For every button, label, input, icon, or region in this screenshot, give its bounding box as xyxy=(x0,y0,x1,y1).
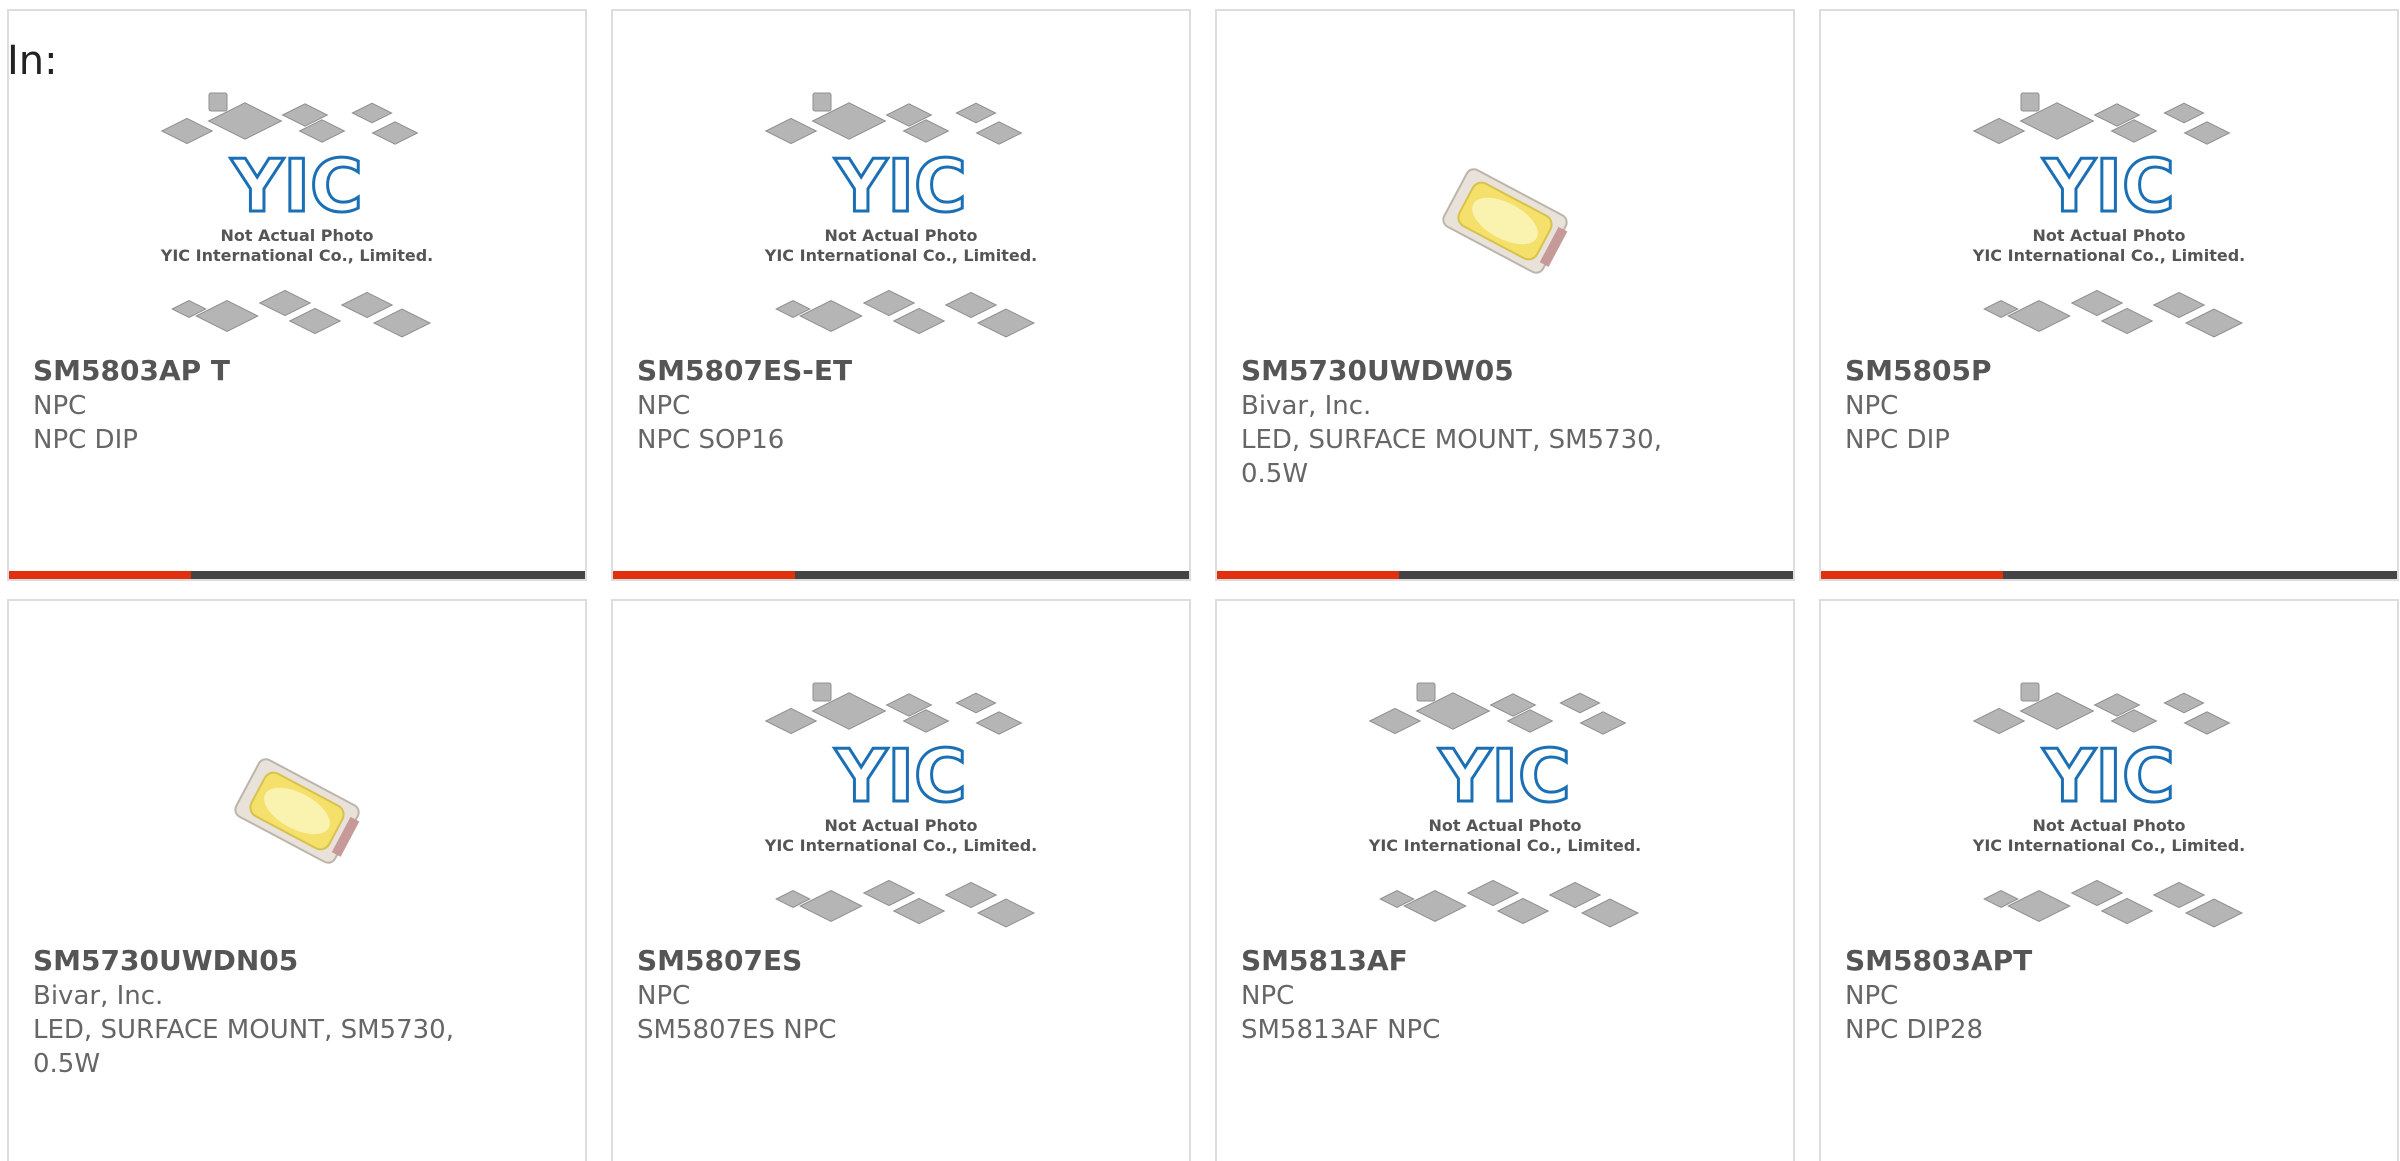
placeholder-caption: YIC International Co., Limited. xyxy=(1972,246,2245,265)
product-card[interactable]: SM5730UWDN05 Bivar, Inc. LED, SURFACE MO… xyxy=(7,599,587,1161)
placeholder-icon: YICNot Actual PhotoYIC International Co.… xyxy=(764,92,1037,338)
product-info: SM5730UWDN05 Bivar, Inc. LED, SURFACE MO… xyxy=(33,943,561,1081)
description: NPC SOP16 xyxy=(637,425,785,455)
product-image[interactable]: YIC Not Actual Photo YIC International Co.… xyxy=(613,91,1189,351)
product-image[interactable] xyxy=(9,681,585,941)
card-bar-accent xyxy=(1217,571,1399,579)
description: SM5813AF NPC xyxy=(1241,1015,1441,1045)
product-info: SM5807ES NPC SM5807ES NPC xyxy=(637,943,1165,1047)
product-card[interactable]: YIC Not Actual Photo YIC International Co.… xyxy=(1819,599,2399,1161)
product-grid: YIC Not Actual Photo YIC International Co.… xyxy=(7,9,2399,1161)
placeholder-icon: YICNot Actual PhotoYIC International Co.… xyxy=(160,92,433,338)
yic-logo: YIC xyxy=(834,734,967,818)
part-number[interactable]: SM5803AP T xyxy=(33,353,561,389)
description: NPC DIP28 xyxy=(1845,1015,1983,1045)
description: NPC DIP xyxy=(33,425,138,455)
manufacturer: NPC xyxy=(33,391,87,421)
placeholder-caption: Not Actual Photo xyxy=(824,816,977,835)
yic-logo: YIC xyxy=(2042,734,2175,818)
placeholder-caption: Not Actual Photo xyxy=(824,226,977,245)
product-card[interactable]: YIC Not Actual Photo YIC International Co.… xyxy=(7,9,587,581)
product-image[interactable]: YIC Not Actual Photo YIC International Co.… xyxy=(1217,681,1793,941)
product-image[interactable]: YIC Not Actual Photo YIC International Co.… xyxy=(1821,91,2397,351)
placeholder-caption: Not Actual Photo xyxy=(2032,816,2185,835)
card-bar xyxy=(613,571,1189,579)
manufacturer: Bivar, Inc. xyxy=(33,981,164,1011)
product-info: SM5805P NPC NPC DIP xyxy=(1845,353,2373,457)
product-image[interactable]: YIC Not Actual Photo YIC International Co.… xyxy=(613,681,1189,941)
description: SM5807ES NPC xyxy=(637,1015,837,1045)
placeholder-caption: Not Actual Photo xyxy=(2032,226,2185,245)
manufacturer: NPC xyxy=(637,981,691,1011)
product-info: SM5803AP T NPC NPC DIP xyxy=(33,353,561,457)
part-number[interactable]: SM5805P xyxy=(1845,353,2373,389)
part-number[interactable]: SM5730UWDW05 xyxy=(1241,353,1769,389)
placeholder-icon: YICNot Actual PhotoYIC International Co.… xyxy=(1368,682,1641,928)
placeholder-icon: YICNot Actual PhotoYIC International Co.… xyxy=(1972,92,2245,338)
manufacturer: NPC xyxy=(1845,981,1899,1011)
manufacturer: NPC xyxy=(637,391,691,421)
card-bar-accent xyxy=(1821,571,2003,579)
placeholder-caption: YIC International Co., Limited. xyxy=(160,246,433,265)
card-bar xyxy=(9,571,585,579)
card-bar xyxy=(1821,571,2397,579)
placeholder-caption: YIC International Co., Limited. xyxy=(764,246,1037,265)
product-info: SM5803APT NPC NPC DIP28 xyxy=(1845,943,2373,1047)
product-card[interactable]: YIC Not Actual Photo YIC International Co.… xyxy=(1819,9,2399,581)
card-bar-accent xyxy=(613,571,795,579)
product-card[interactable]: YIC Not Actual Photo YIC International Co.… xyxy=(611,599,1191,1161)
yic-logo: YIC xyxy=(834,144,967,228)
product-card[interactable]: YIC Not Actual Photo YIC International Co.… xyxy=(611,9,1191,581)
manufacturer: NPC xyxy=(1845,391,1899,421)
part-number[interactable]: SM5807ES xyxy=(637,943,1165,979)
product-info: SM5730UWDW05 Bivar, Inc. LED, SURFACE MO… xyxy=(1241,353,1769,491)
placeholder-caption: YIC International Co., Limited. xyxy=(764,836,1037,855)
part-number[interactable]: SM5730UWDN05 xyxy=(33,943,561,979)
product-info: SM5807ES-ET NPC NPC SOP16 xyxy=(637,353,1165,457)
product-card[interactable]: YIC Not Actual Photo YIC International Co.… xyxy=(1215,599,1795,1161)
part-number[interactable]: SM5803APT xyxy=(1845,943,2373,979)
placeholder-icon: YICNot Actual PhotoYIC International Co.… xyxy=(1972,682,2245,928)
description: LED, SURFACE MOUNT, SM5730, 0.5W xyxy=(1241,425,1662,489)
product-card[interactable]: SM5730UWDW05 Bivar, Inc. LED, SURFACE MO… xyxy=(1215,9,1795,581)
page: In: YIC Not Actual Photo YIC International… xyxy=(0,0,2400,1161)
manufacturer: Bivar, Inc. xyxy=(1241,391,1372,421)
yic-logo: YIC xyxy=(2042,144,2175,228)
product-image[interactable]: YIC Not Actual Photo YIC International Co.… xyxy=(1821,681,2397,941)
manufacturer: NPC xyxy=(1241,981,1295,1011)
product-image[interactable] xyxy=(1217,91,1793,351)
filter-label: In: xyxy=(7,38,58,84)
placeholder-caption: YIC International Co., Limited. xyxy=(1368,836,1641,855)
placeholder-caption: YIC International Co., Limited. xyxy=(1972,836,2245,855)
card-bar-accent xyxy=(9,571,191,579)
product-info: SM5813AF NPC SM5813AF NPC xyxy=(1241,943,1769,1047)
card-bar xyxy=(1217,571,1793,579)
placeholder-caption: Not Actual Photo xyxy=(1428,816,1581,835)
description: NPC DIP xyxy=(1845,425,1950,455)
yic-logo: YIC xyxy=(1438,734,1571,818)
description: LED, SURFACE MOUNT, SM5730, 0.5W xyxy=(33,1015,454,1079)
led-icon xyxy=(234,758,360,864)
placeholder-icon: YICNot Actual PhotoYIC International Co.… xyxy=(764,682,1037,928)
yic-logo: YIC xyxy=(230,144,363,228)
led-icon xyxy=(1442,168,1568,274)
placeholder-caption: Not Actual Photo xyxy=(220,226,373,245)
part-number[interactable]: SM5813AF xyxy=(1241,943,1769,979)
part-number[interactable]: SM5807ES-ET xyxy=(637,353,1165,389)
product-image[interactable]: YIC Not Actual Photo YIC International Co.… xyxy=(9,91,585,351)
